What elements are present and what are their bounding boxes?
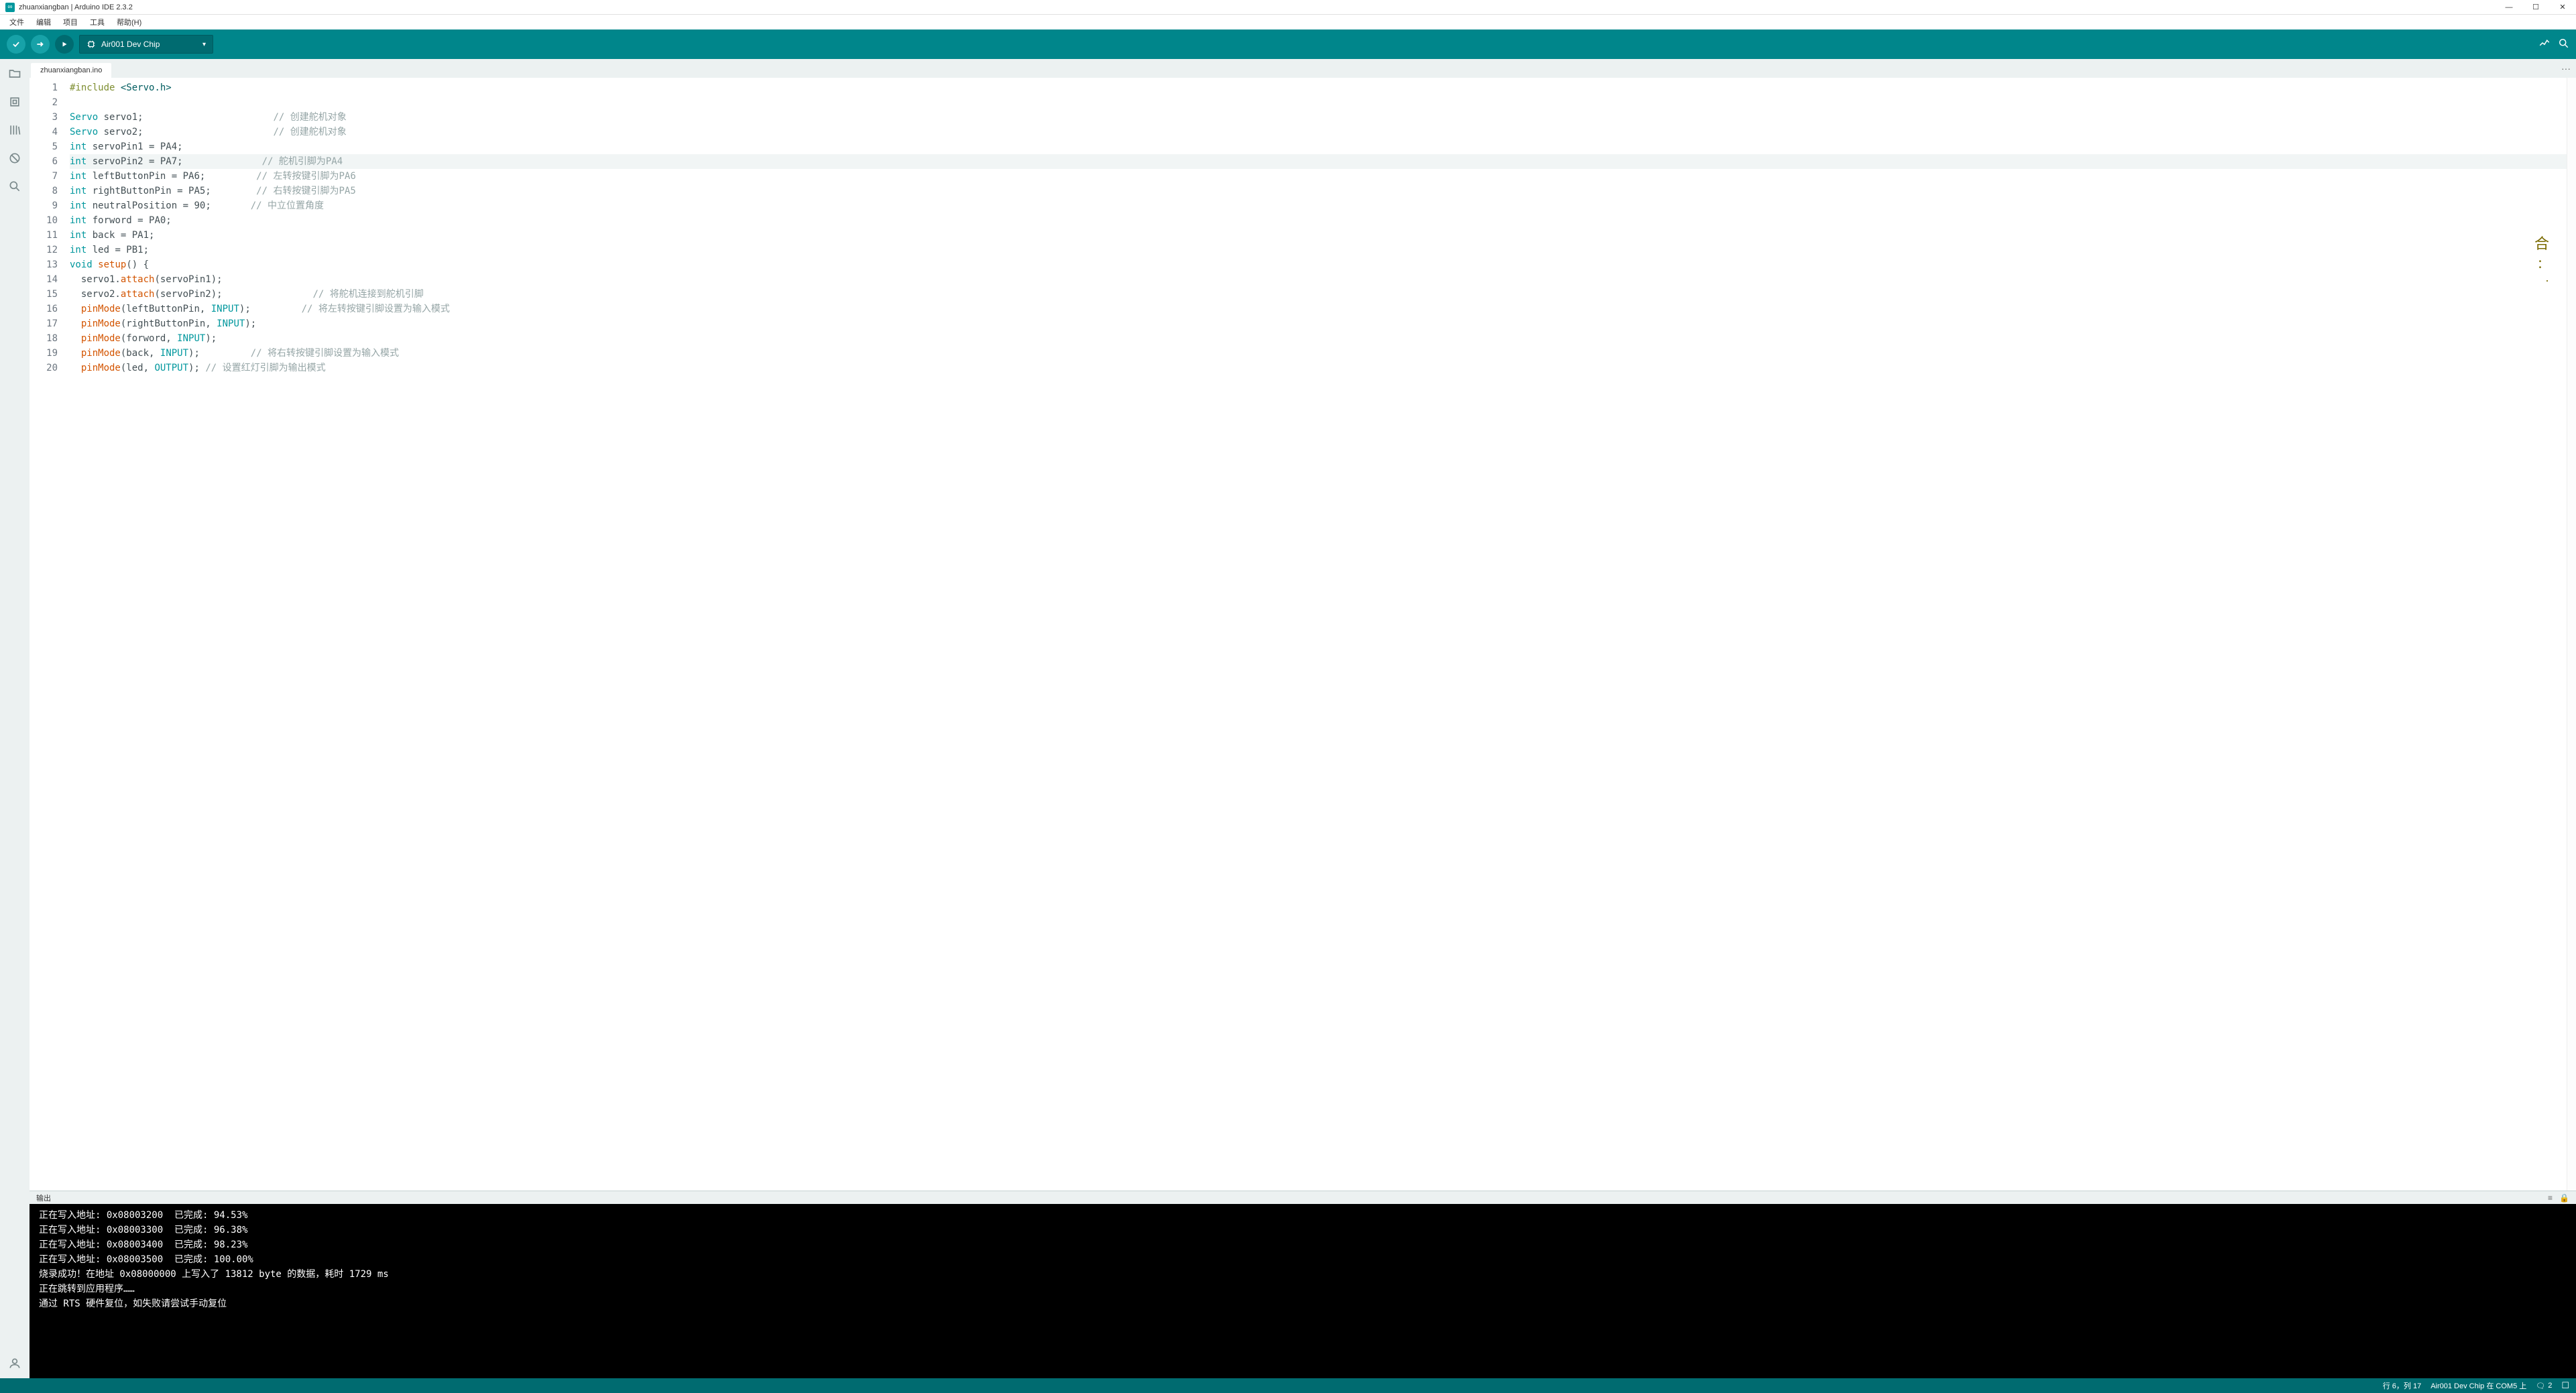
window-title: zhuanxiangban | Arduino IDE 2.3.2 bbox=[19, 3, 133, 11]
output-line: 通过 RTS 硬件复位，如失败请尝试手动复位 bbox=[39, 1296, 2567, 1311]
serial-monitor-icon[interactable] bbox=[2557, 37, 2569, 52]
current-line: int servoPin2 = PA7; // 舵机引脚为PA4 bbox=[70, 154, 2567, 169]
chip-icon bbox=[86, 40, 96, 49]
output-panel[interactable]: 正在写入地址: 0x08003200 已完成: 94.53% 正在写入地址: 0… bbox=[30, 1204, 2576, 1378]
line-number: 6 bbox=[30, 154, 70, 169]
line-number: 20 bbox=[30, 361, 70, 375]
code-content[interactable]: #include <Servo.h> Servo servo1; // 创建舵机… bbox=[70, 78, 2567, 1191]
notification-count: 2 bbox=[2548, 1382, 2552, 1390]
serial-plotter-icon[interactable] bbox=[2538, 37, 2551, 52]
menu-edit[interactable]: 编辑 bbox=[31, 15, 56, 29]
boards-manager-icon[interactable] bbox=[8, 95, 21, 109]
maximize-button[interactable]: ☐ bbox=[2522, 0, 2549, 15]
board-selector[interactable]: Air001 Dev Chip ▾ bbox=[79, 35, 213, 54]
output-controls: ≡ 🔒 bbox=[2548, 1193, 2569, 1203]
line-number: 12 bbox=[30, 243, 70, 257]
cursor-position[interactable]: 行 6，列 17 bbox=[2383, 1380, 2421, 1391]
notification-icon: 🗨 bbox=[2536, 1382, 2545, 1390]
line-gutter: 1 2 3 4 5 6 7 8 9 10 11 12 13 14 15 16 1… bbox=[30, 78, 70, 1191]
tab-main[interactable]: zhuanxiangban.ino bbox=[31, 63, 111, 78]
upload-button[interactable] bbox=[31, 35, 50, 54]
toolbar-right bbox=[2538, 37, 2569, 52]
window-controls: — ☐ ✕ bbox=[2496, 0, 2576, 15]
output-options-icon[interactable]: ≡ bbox=[2548, 1193, 2553, 1203]
minimize-button[interactable]: — bbox=[2496, 0, 2522, 15]
sidebar bbox=[0, 59, 30, 1378]
menu-tools[interactable]: 工具 bbox=[84, 15, 110, 29]
line-number: 18 bbox=[30, 331, 70, 346]
line-number: 10 bbox=[30, 213, 70, 228]
arduino-app-icon bbox=[5, 3, 15, 12]
library-manager-icon[interactable] bbox=[8, 123, 21, 137]
output-lock-icon[interactable]: 🔒 bbox=[2559, 1193, 2569, 1203]
output-line: 正在写入地址: 0x08003200 已完成: 94.53% bbox=[39, 1208, 2567, 1223]
line-number: 1 bbox=[30, 80, 70, 95]
line-number: 7 bbox=[30, 169, 70, 184]
line-number: 2 bbox=[30, 95, 70, 110]
line-number: 15 bbox=[30, 287, 70, 302]
tabs-bar: zhuanxiangban.ino ··· bbox=[30, 59, 2576, 78]
code-editor[interactable]: 1 2 3 4 5 6 7 8 9 10 11 12 13 14 15 16 1… bbox=[30, 78, 2576, 1191]
status-bar: 行 6，列 17 Air001 Dev Chip 在 COM5 上 🗨 2 ☐ bbox=[0, 1378, 2576, 1393]
main-area: zhuanxiangban.ino ··· 1 2 3 4 5 6 7 8 9 … bbox=[0, 59, 2576, 1378]
search-icon[interactable] bbox=[8, 180, 21, 193]
menu-bar: 文件 编辑 项目 工具 帮助(H) bbox=[0, 15, 2576, 29]
account-icon[interactable] bbox=[8, 1357, 21, 1370]
line-number: 9 bbox=[30, 198, 70, 213]
toolbar: Air001 Dev Chip ▾ bbox=[0, 29, 2576, 59]
board-status[interactable]: Air001 Dev Chip 在 COM5 上 bbox=[2431, 1380, 2526, 1391]
output-line: 正在写入地址: 0x08003400 已完成: 98.23% bbox=[39, 1237, 2567, 1252]
overview-ruler[interactable] bbox=[2567, 78, 2576, 1191]
board-name: Air001 Dev Chip bbox=[101, 40, 160, 49]
line-number: 16 bbox=[30, 302, 70, 316]
menu-help[interactable]: 帮助(H) bbox=[111, 15, 147, 29]
sketchbook-icon[interactable] bbox=[8, 67, 21, 80]
tabs-more-button[interactable]: ··· bbox=[2561, 63, 2571, 74]
output-line: 正在写入地址: 0x08003500 已完成: 100.00% bbox=[39, 1252, 2567, 1267]
output-line: 烧录成功！在地址 0x08000000 上写入了 13812 byte 的数据，… bbox=[39, 1267, 2567, 1282]
title-bar-left: zhuanxiangban | Arduino IDE 2.3.2 bbox=[5, 3, 133, 12]
notifications[interactable]: 🗨 2 bbox=[2536, 1382, 2552, 1390]
line-number: 5 bbox=[30, 139, 70, 154]
debug-icon[interactable] bbox=[8, 152, 21, 165]
verify-button[interactable] bbox=[7, 35, 25, 54]
output-title: 输出 bbox=[36, 1193, 51, 1203]
output-line: 正在跳转到应用程序…… bbox=[39, 1282, 2567, 1296]
line-number: 11 bbox=[30, 228, 70, 243]
close-panel-icon[interactable]: ☐ bbox=[2561, 1380, 2569, 1391]
line-number: 13 bbox=[30, 257, 70, 272]
menu-file[interactable]: 文件 bbox=[4, 15, 30, 29]
line-number: 3 bbox=[30, 110, 70, 125]
line-number: 14 bbox=[30, 272, 70, 287]
close-button[interactable]: ✕ bbox=[2549, 0, 2576, 15]
menu-project[interactable]: 项目 bbox=[58, 15, 83, 29]
line-number: 17 bbox=[30, 316, 70, 331]
toolbar-left: Air001 Dev Chip ▾ bbox=[7, 35, 213, 54]
output-panel-header: 输出 ≡ 🔒 bbox=[30, 1191, 2576, 1204]
line-number: 19 bbox=[30, 346, 70, 361]
debug-button[interactable] bbox=[55, 35, 74, 54]
output-line: 正在写入地址: 0x08003300 已完成: 96.38% bbox=[39, 1223, 2567, 1237]
line-number: 4 bbox=[30, 125, 70, 139]
title-bar: zhuanxiangban | Arduino IDE 2.3.2 — ☐ ✕ bbox=[0, 0, 2576, 15]
editor-wrap: zhuanxiangban.ino ··· 1 2 3 4 5 6 7 8 9 … bbox=[30, 59, 2576, 1378]
chevron-down-icon: ▾ bbox=[202, 41, 206, 48]
line-number: 8 bbox=[30, 184, 70, 198]
